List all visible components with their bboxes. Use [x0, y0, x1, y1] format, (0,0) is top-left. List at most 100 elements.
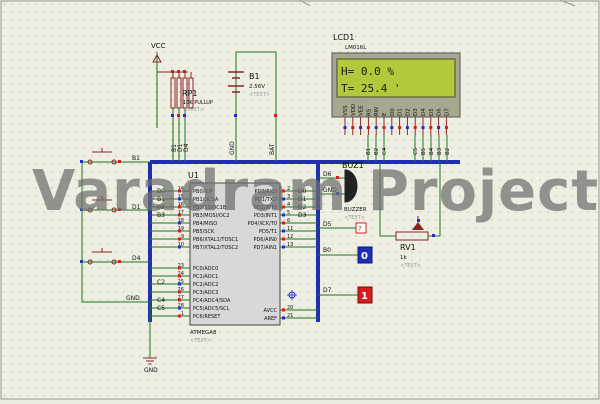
lcd-model: LM016L	[345, 45, 367, 51]
mcu-pin-number: 23	[178, 263, 184, 269]
lcd-pin-state	[374, 126, 378, 129]
watermark-text: Varadram Projects	[32, 159, 600, 224]
net-label-lcd-bus: B4	[429, 147, 435, 155]
net-label-d4-rp: D4	[183, 143, 190, 152]
logic-probe-d7[interactable]: 1 D7	[318, 286, 373, 304]
mcu-pin-name: AVCC	[263, 308, 277, 314]
mcu-pin-name: PD6/AIN0	[253, 237, 277, 243]
lcd-pin-state	[366, 126, 370, 129]
pot-text: <TEXT>	[400, 263, 421, 269]
mcu-pin-name: PC0/ADC0	[193, 266, 218, 272]
net-label-lcd-bus: B2	[445, 148, 451, 155]
pushbutton-d4[interactable]: D4	[80, 248, 150, 265]
net-label-c5: C5	[157, 305, 165, 312]
battery-ref: B1	[249, 72, 260, 81]
lcd-pin-state	[429, 126, 433, 129]
lcd-pin-state	[390, 126, 394, 129]
mcu-model: ATMEGA8	[190, 330, 217, 336]
net-label-gnd-bat: GND	[229, 141, 236, 155]
mcu-pin-number: 12	[287, 234, 293, 240]
mcu-pin-number: 10	[178, 242, 184, 248]
lcd-pin-state	[444, 126, 448, 129]
rp1-value: 10K PULLUP	[183, 100, 213, 106]
lcd-pin-labels: VSS VDD VEE RS RW E D0 D1 D2 D3 D4 D5 D6 D7	[343, 104, 450, 135]
probe-d7-value: 1	[361, 291, 368, 302]
gnd-label: GND	[144, 367, 158, 374]
mcu-pin-state	[282, 316, 285, 320]
lcd-pin-state	[405, 126, 409, 129]
mcu-pin-name: PD5/T1	[259, 229, 277, 235]
mcu-pin-number: 24	[178, 271, 184, 277]
net-label-c2: C2	[157, 279, 165, 286]
lcd-pin-label: D5	[429, 108, 435, 116]
mcu-pin-number: 11	[287, 226, 293, 232]
mcu-text: <TEXT>	[190, 338, 211, 344]
net-label-b0-probe: B0	[323, 247, 331, 254]
mcu-pin-number: 19	[178, 226, 184, 232]
mcu-pin-name: PC3/ADC3	[193, 290, 218, 296]
mcu-pin-number: 13	[287, 242, 293, 248]
mcu-pin-name: PD7/AIN1	[253, 245, 277, 251]
vcc-symbol: VCC	[151, 42, 166, 128]
lcd-line-1: H= 0.0 %	[341, 65, 394, 78]
net-label-lcd-bus: B5	[421, 147, 427, 155]
lcd-pin-label: D2	[405, 108, 411, 116]
lcd-pin-label: E	[382, 112, 388, 116]
lcd-pin-label: VSS	[343, 105, 349, 116]
battery-b1[interactable]: B1 2.56V <TEXT> GND BAT	[228, 51, 277, 162]
lcd-pin-label: D3	[413, 108, 419, 116]
net-label-lcd-bus: B1	[366, 148, 372, 155]
mcu-pin-state	[282, 245, 285, 249]
mcu-pin-name: PB7/XTAL2/TOSC2	[193, 245, 238, 251]
lcd-pin-state	[413, 126, 417, 129]
net-label-d7: D7	[323, 287, 332, 294]
logic-state-value: ?	[358, 225, 362, 233]
lcd-pin-state	[437, 126, 441, 129]
lcd-pin-state	[382, 126, 386, 129]
lcd-line-2: T= 25.4 '	[341, 82, 401, 95]
lcd-pin-state	[421, 126, 425, 129]
pot-ref: RV1	[400, 243, 416, 252]
mcu-pin-number: 20	[287, 305, 293, 311]
mcu-pin-name: PC6/RESET	[193, 314, 221, 320]
lcd-pin-label: VDD	[351, 104, 357, 116]
mcu-pin-name: PB6/XTAL1/TOSC1	[193, 237, 238, 243]
net-label-lcd-bus: C4	[382, 147, 388, 155]
net-label-lcd-bus: C5	[413, 147, 419, 155]
lcd-lm016l[interactable]: LCD1 LM016L H= 0.0 % T= 25.4 ' <TEXT> VS…	[331, 33, 461, 135]
rp1-text: <TEXT>	[183, 107, 204, 113]
battery-value: 2.56V	[249, 84, 265, 90]
mcu-pin-number: 21	[287, 313, 293, 319]
net-label-bat: BAT	[269, 143, 276, 155]
mcu-pin-number: 25	[178, 279, 184, 285]
lcd-pin-label: RW	[374, 106, 380, 116]
mcu-pin-number: 28	[178, 303, 184, 309]
lcd-bus-taps: B1 B2 C4 C5 B5 B4 B3 B2	[366, 135, 451, 162]
lcd-ref: LCD1	[333, 33, 354, 42]
mcu-pin-number: 26	[178, 287, 184, 293]
mcu-pin-state	[282, 229, 285, 233]
net-label-gnd: GND	[126, 295, 140, 302]
lcd-pin-label: D6	[437, 108, 443, 116]
lcd-pin-state	[398, 126, 402, 129]
logic-probe-b0[interactable]: 0 B0	[318, 246, 373, 264]
mcu-pin-number: 27	[178, 295, 184, 301]
mcu-pin-state	[282, 237, 285, 241]
mcu-pin-name: PC5/ADC5/SCL	[193, 306, 230, 312]
mcu-pin-number: 1	[181, 311, 184, 317]
mcu-pin-name: PC4/ADC4/SDA	[193, 298, 231, 304]
mcu-pin-name: AREF	[264, 316, 277, 322]
lcd-pin-label: D1	[398, 108, 404, 116]
pot-value: 1k	[400, 255, 407, 261]
mcu-pin-state	[282, 308, 285, 312]
probe-b0-value: 0	[361, 251, 368, 262]
rp1-ref: RP1	[182, 89, 197, 98]
crosshair-icon	[287, 290, 297, 300]
lcd-pin-label: VEE	[359, 105, 365, 116]
net-label-c4: C4	[157, 297, 165, 304]
schematic-diagram: VCC RP1 10K PULLUP <TEXT> B1 D1 D4 B1 2.…	[0, 0, 600, 400]
lcd-pin-state	[343, 126, 347, 129]
mcu-pin-name: PC2/ADC2	[193, 282, 218, 288]
lcd-pin-label: RS	[366, 108, 372, 116]
mcu-pin-name: PC1/ADC1	[193, 274, 218, 280]
